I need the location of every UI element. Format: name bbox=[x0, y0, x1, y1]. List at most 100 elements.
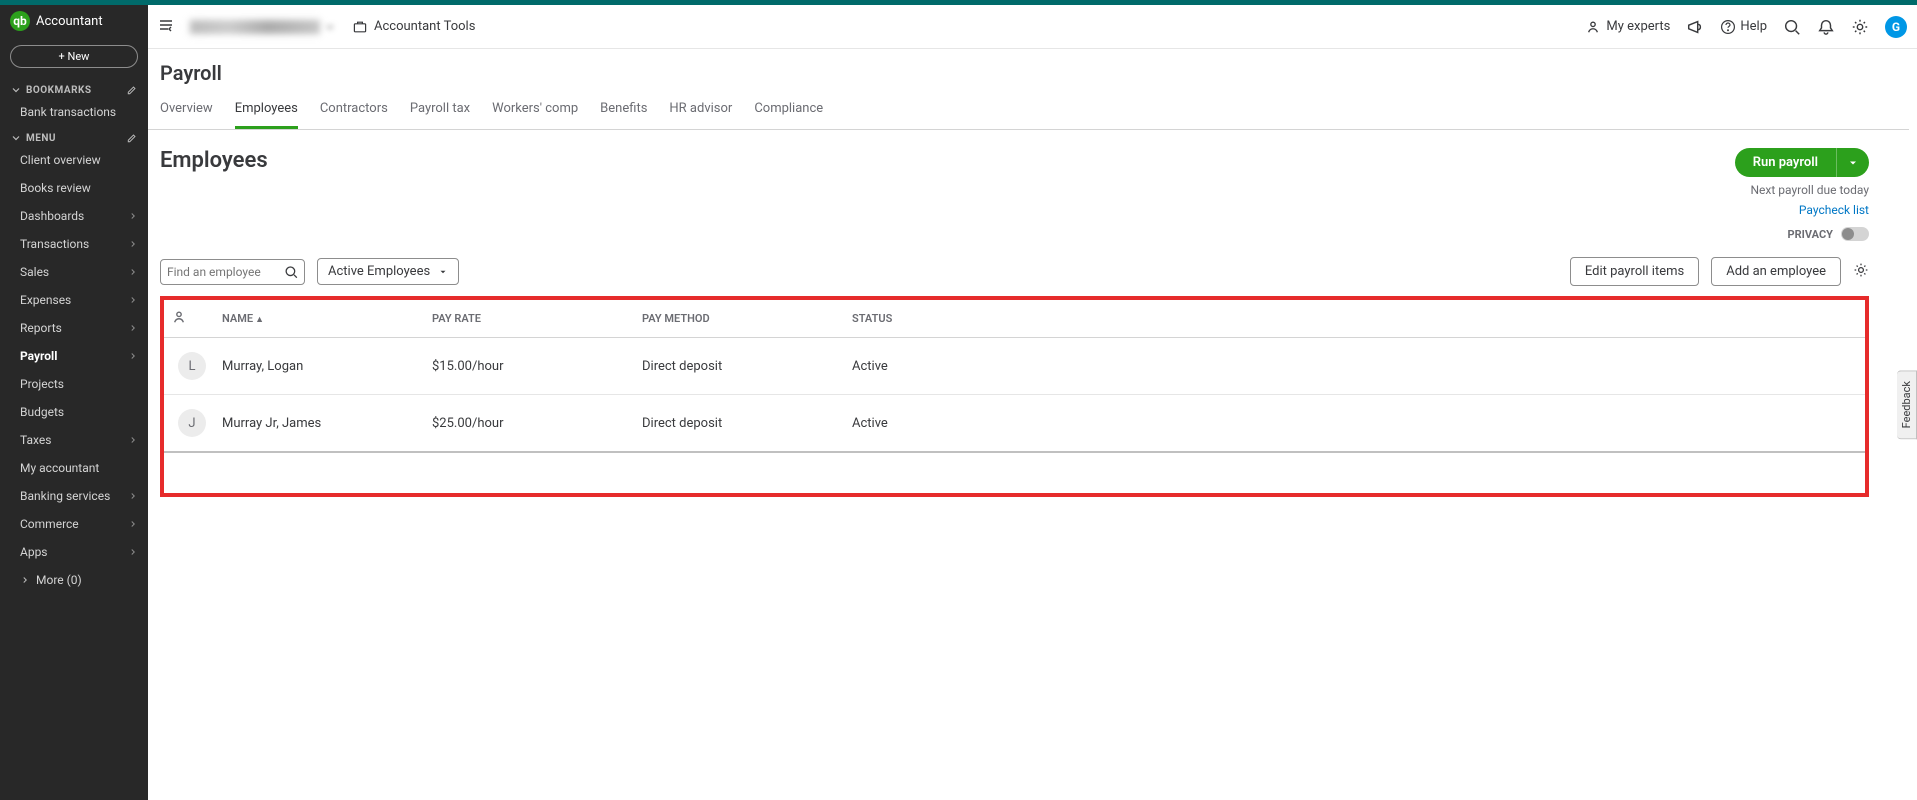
table-settings-button[interactable] bbox=[1853, 262, 1869, 282]
employee-status: Active bbox=[844, 338, 1865, 395]
sidebar-item-budgets[interactable]: Budgets bbox=[0, 398, 148, 426]
column-status[interactable]: STATUS bbox=[844, 300, 1865, 338]
brand-logo[interactable]: qb Accountant bbox=[0, 5, 148, 37]
bookmarks-section-header[interactable]: BOOKMARKS bbox=[0, 78, 148, 98]
chevron-right-icon bbox=[128, 239, 138, 249]
sidebar-item-transactions[interactable]: Transactions bbox=[0, 230, 148, 258]
help-button[interactable]: Help bbox=[1720, 19, 1767, 35]
sidebar-item-apps[interactable]: Apps bbox=[0, 538, 148, 566]
user-avatar[interactable]: G bbox=[1885, 16, 1907, 38]
tab-benefits[interactable]: Benefits bbox=[600, 101, 647, 129]
sidebar-item-projects[interactable]: Projects bbox=[0, 370, 148, 398]
chevron-right-icon bbox=[128, 295, 138, 305]
sidebar-item-payroll[interactable]: Payroll bbox=[0, 342, 148, 370]
collapse-sidebar-button[interactable] bbox=[158, 17, 174, 37]
quickbooks-icon: qb bbox=[10, 11, 30, 31]
tab-workers-comp[interactable]: Workers' comp bbox=[492, 101, 578, 129]
sidebar-item-dashboards[interactable]: Dashboards bbox=[0, 202, 148, 230]
chevron-right-icon bbox=[128, 519, 138, 529]
help-icon bbox=[1720, 19, 1736, 35]
tab-payroll-tax[interactable]: Payroll tax bbox=[410, 101, 470, 129]
person-icon bbox=[172, 310, 186, 324]
column-name[interactable]: NAME▲ bbox=[214, 300, 424, 338]
search-icon[interactable] bbox=[1783, 18, 1801, 36]
announcements-icon[interactable] bbox=[1686, 18, 1704, 36]
edit-icon[interactable] bbox=[126, 84, 138, 96]
sidebar-item-expenses[interactable]: Expenses bbox=[0, 286, 148, 314]
employee-avatar: J bbox=[178, 409, 206, 437]
tab-hr-advisor[interactable]: HR advisor bbox=[669, 101, 732, 129]
feedback-tab[interactable]: Feedback bbox=[1897, 370, 1917, 439]
sidebar-item-taxes[interactable]: Taxes bbox=[0, 426, 148, 454]
column-payrate[interactable]: PAY RATE bbox=[424, 300, 634, 338]
tab-overview[interactable]: Overview bbox=[160, 101, 213, 129]
sidebar-item-my-accountant[interactable]: My accountant bbox=[0, 454, 148, 482]
sidebar-item-bank-transactions[interactable]: Bank transactions bbox=[0, 98, 148, 126]
employee-paymethod: Direct deposit bbox=[634, 338, 844, 395]
employee-name: Murray, Logan bbox=[214, 338, 424, 395]
topbar: Accountant Tools My experts Help G bbox=[148, 5, 1917, 49]
chevron-right-icon bbox=[128, 267, 138, 277]
tabs: Overview Employees Contractors Payroll tax W… bbox=[148, 85, 1909, 130]
sidebar-item-client-overview[interactable]: Client overview bbox=[0, 146, 148, 174]
employee-search[interactable] bbox=[160, 259, 305, 285]
company-name-blurred bbox=[190, 20, 320, 34]
table-row[interactable]: JMurray Jr, James$25.00/hourDirect depos… bbox=[164, 395, 1865, 453]
company-switcher[interactable] bbox=[184, 20, 342, 34]
sidebar-item-commerce[interactable]: Commerce bbox=[0, 510, 148, 538]
edit-icon[interactable] bbox=[126, 132, 138, 144]
privacy-label: PRIVACY bbox=[1788, 228, 1833, 241]
chevron-right-icon bbox=[20, 575, 30, 585]
chevron-right-icon bbox=[128, 323, 138, 333]
sidebar-item-reports[interactable]: Reports bbox=[0, 314, 148, 342]
chevron-right-icon bbox=[128, 351, 138, 361]
accountant-tools-button[interactable]: Accountant Tools bbox=[352, 19, 475, 35]
sidebar-item-books-review[interactable]: Books review bbox=[0, 174, 148, 202]
menu-section-header[interactable]: MENU bbox=[0, 126, 148, 146]
paycheck-list-link[interactable]: Paycheck list bbox=[1799, 203, 1869, 217]
chevron-down-icon bbox=[10, 84, 22, 96]
column-paymethod[interactable]: PAY METHOD bbox=[634, 300, 844, 338]
sidebar-item-banking-services[interactable]: Banking services bbox=[0, 482, 148, 510]
brand-text: Accountant bbox=[36, 14, 103, 29]
my-experts-button[interactable]: My experts bbox=[1586, 19, 1670, 34]
employee-avatar: L bbox=[178, 352, 206, 380]
search-icon bbox=[284, 264, 298, 280]
table-row[interactable]: LMurray, Logan$15.00/hourDirect depositA… bbox=[164, 338, 1865, 395]
edit-payroll-items-button[interactable]: Edit payroll items bbox=[1570, 257, 1699, 286]
employee-status: Active bbox=[844, 395, 1865, 453]
chevron-down-icon bbox=[324, 21, 336, 33]
tab-employees[interactable]: Employees bbox=[235, 101, 298, 129]
sidebar-more[interactable]: More (0) bbox=[0, 566, 148, 594]
chevron-down-icon bbox=[10, 132, 22, 144]
chevron-down-icon bbox=[1847, 157, 1859, 169]
tab-contractors[interactable]: Contractors bbox=[320, 101, 388, 129]
chevron-right-icon bbox=[128, 491, 138, 501]
next-payroll-due: Next payroll due today bbox=[1751, 183, 1870, 197]
privacy-toggle[interactable] bbox=[1841, 227, 1869, 241]
employee-name: Murray Jr, James bbox=[214, 395, 424, 453]
main-content: Accountant Tools My experts Help G Payro… bbox=[148, 5, 1917, 800]
search-input[interactable] bbox=[167, 265, 284, 279]
page-title: Payroll bbox=[148, 61, 1917, 85]
tab-compliance[interactable]: Compliance bbox=[754, 101, 823, 129]
sidebar: qb Accountant + New BOOKMARKS Bank trans… bbox=[0, 5, 148, 800]
run-payroll-button[interactable]: Run payroll bbox=[1735, 148, 1836, 177]
employee-filter-dropdown[interactable]: Active Employees bbox=[317, 258, 459, 285]
sidebar-item-sales[interactable]: Sales bbox=[0, 258, 148, 286]
briefcase-icon bbox=[352, 19, 368, 35]
section-title: Employees bbox=[160, 148, 268, 173]
notifications-icon[interactable] bbox=[1817, 18, 1835, 36]
chevron-right-icon bbox=[128, 211, 138, 221]
settings-gear-icon[interactable] bbox=[1851, 18, 1869, 36]
chevron-right-icon bbox=[128, 435, 138, 445]
chevron-down-icon bbox=[438, 267, 448, 277]
add-employee-button[interactable]: Add an employee bbox=[1711, 257, 1841, 286]
employee-payrate: $25.00/hour bbox=[424, 395, 634, 453]
employee-table-highlight: NAME▲ PAY RATE PAY METHOD STATUS L Murray… bbox=[160, 296, 1869, 497]
person-icon bbox=[1586, 20, 1600, 34]
employee-table: NAME▲ PAY RATE PAY METHOD STATUS L Murray… bbox=[164, 300, 1865, 453]
sort-ascending-icon: ▲ bbox=[255, 315, 264, 325]
run-payroll-dropdown[interactable] bbox=[1836, 148, 1869, 177]
new-button[interactable]: + New bbox=[10, 45, 138, 68]
